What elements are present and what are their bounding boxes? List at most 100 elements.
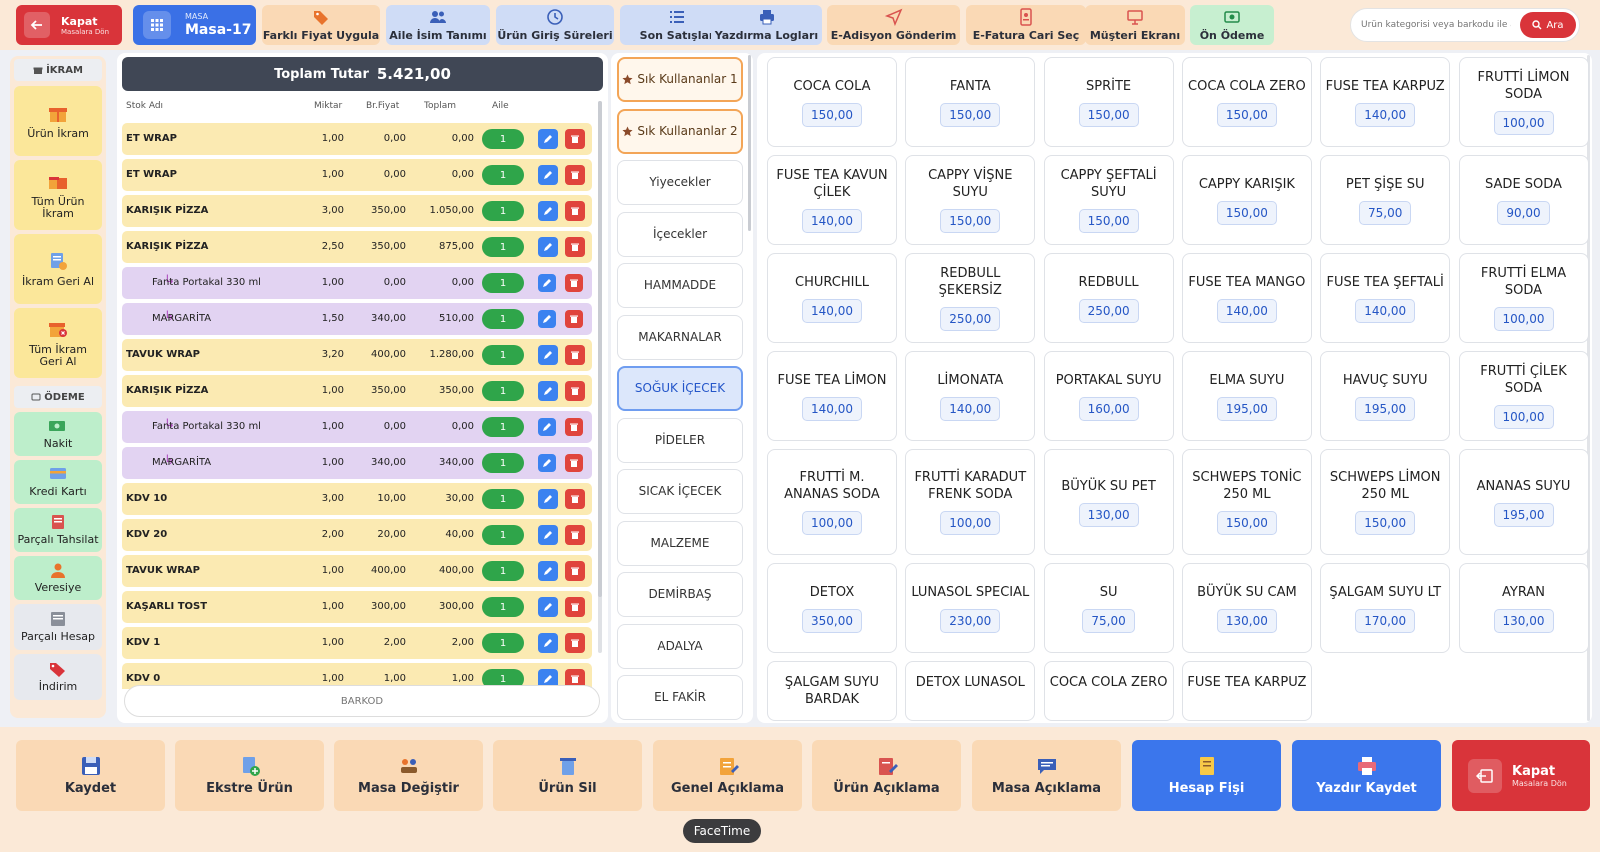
product-card[interactable]: CHURCHILL 140,00 (767, 253, 897, 343)
e-invoice-account-button[interactable]: E-Fatura Cari Seç (966, 5, 1086, 45)
product-card[interactable]: SU 75,00 (1043, 563, 1174, 653)
category-item[interactable]: DEMİRBAŞ (617, 572, 743, 617)
product-card[interactable]: SCHWEPS TONİC 250 ML 150,00 (1181, 449, 1312, 555)
product-card[interactable]: ŞALGAM SUYU BARDAK (767, 661, 897, 721)
edit-row-button[interactable] (538, 345, 558, 365)
order-row[interactable]: TAVUK WRAP 3,20 400,00 1.280,00 1 (122, 339, 592, 371)
table-note-button[interactable]: Masa Açıklama (972, 740, 1121, 811)
product-card[interactable]: PORTAKAL SUYU 160,00 (1043, 351, 1174, 441)
category-item[interactable]: Sık Kullananlar 2 (617, 108, 743, 154)
product-card[interactable]: AYRAN 130,00 (1458, 563, 1589, 653)
row-family-badge[interactable]: 1 (482, 453, 524, 473)
edit-row-button[interactable] (538, 633, 558, 653)
delete-row-button[interactable] (565, 597, 585, 617)
product-card[interactable]: ELMA SUYU 195,00 (1181, 351, 1312, 441)
change-table-button[interactable]: Masa Değiştir (334, 740, 483, 811)
product-card[interactable]: PET ŞİŞE SU 75,00 (1320, 155, 1451, 245)
general-note-button[interactable]: Genel Açıklama (653, 740, 802, 811)
search-input[interactable] (1361, 9, 1511, 41)
order-row[interactable]: ↳ MARGARİTA 1,50 340,00 510,00 1 (122, 303, 592, 335)
barcode-input[interactable] (124, 685, 600, 717)
product-card[interactable]: HAVUÇ SUYU 195,00 (1320, 351, 1451, 441)
product-card[interactable]: SPRİTE 150,00 (1043, 57, 1174, 147)
product-note-button[interactable]: Ürün Açıklama (812, 740, 961, 811)
edit-row-button[interactable] (538, 201, 558, 221)
edit-row-button[interactable] (538, 597, 558, 617)
product-treat-button[interactable]: Ürün İkram (14, 86, 102, 156)
order-row[interactable]: ET WRAP 1,00 0,00 0,00 1 (122, 123, 592, 155)
delete-row-button[interactable] (565, 201, 585, 221)
delete-row-button[interactable] (565, 381, 585, 401)
delete-row-button[interactable] (565, 310, 583, 328)
edit-row-button[interactable] (538, 561, 558, 581)
delete-row-button[interactable] (565, 165, 585, 185)
category-item[interactable]: Yiyecekler (617, 160, 743, 205)
product-card[interactable]: ANANAS SUYU 195,00 (1458, 449, 1589, 555)
order-row[interactable]: ↳ Fanta Portakal 330 ml 1,00 0,00 0,00 1 (122, 411, 592, 443)
extra-product-button[interactable]: Ekstre Ürün (175, 740, 324, 811)
on-account-button[interactable]: Veresiye (14, 556, 102, 600)
category-item[interactable]: HAMMADDE (617, 263, 743, 308)
product-card[interactable]: REDBULL 250,00 (1043, 253, 1174, 343)
product-card[interactable]: DETOX LUNASOL (905, 661, 1036, 721)
product-card[interactable]: FRUTTİ KARADUT FRENK SODA 100,00 (905, 449, 1036, 555)
category-item[interactable]: ADALYA (617, 623, 743, 669)
e-adisyon-send-button[interactable]: E-Adisyon Gönderim (827, 5, 960, 45)
product-card[interactable]: FRUTTİ M. ANANAS SODA 100,00 (767, 449, 897, 555)
print-save-button[interactable]: Yazdır Kaydet (1292, 740, 1441, 811)
product-card[interactable]: FRUTTİ ELMA SODA 100,00 (1458, 253, 1589, 343)
product-card[interactable]: FRUTTİ LİMON SODA 100,00 (1458, 57, 1589, 147)
category-item[interactable]: MAKARNALAR (617, 314, 743, 360)
row-family-badge[interactable]: 1 (482, 597, 524, 617)
row-family-badge[interactable]: 1 (482, 633, 524, 653)
close-table-button[interactable]: Kapat Masalara Dön (16, 5, 122, 45)
edit-row-button[interactable] (538, 454, 556, 472)
search-button[interactable]: Ara (1520, 12, 1576, 38)
delete-row-button[interactable] (565, 129, 585, 149)
product-card[interactable]: COCA COLA ZERO (1043, 661, 1174, 721)
product-card[interactable]: CAPPY KARIŞIK 150,00 (1181, 155, 1312, 245)
row-family-badge[interactable]: 1 (482, 561, 524, 581)
undo-treat-button[interactable]: İkram Geri Al (14, 234, 102, 304)
customer-screen-button[interactable]: Müşteri Ekranı (1085, 5, 1185, 45)
close-table-bottom-button[interactable]: Kapat Masalara Dön (1452, 740, 1590, 811)
order-row[interactable]: KDV 10 3,00 10,00 30,00 1 (122, 483, 592, 515)
category-item[interactable]: İçecekler (617, 211, 743, 257)
prepayment-button[interactable]: Ön Ödeme (1190, 5, 1274, 45)
category-scrollbar[interactable] (748, 55, 751, 231)
product-card[interactable]: DETOX 350,00 (767, 563, 897, 653)
discount-button[interactable]: İndirim (14, 654, 102, 700)
order-row[interactable]: ET WRAP 1,00 0,00 0,00 1 (122, 159, 592, 191)
bill-receipt-button[interactable]: Hesap Fişi (1132, 740, 1281, 811)
product-card[interactable]: FUSE TEA KAVUN ÇİLEK 140,00 (767, 155, 897, 245)
order-row[interactable]: KAŞARLI TOST 1,00 300,00 300,00 1 (122, 591, 592, 623)
save-button[interactable]: Kaydet (16, 740, 165, 811)
edit-row-button[interactable] (538, 525, 558, 545)
category-item[interactable]: MALZEME (617, 520, 743, 566)
delete-row-button[interactable] (565, 274, 583, 292)
order-row[interactable]: ↳ Fanta Portakal 330 ml 1,00 0,00 0,00 1 (122, 267, 592, 299)
order-row[interactable]: KARIŞIK PİZZA 2,50 350,00 875,00 1 (122, 231, 592, 263)
delete-row-button[interactable] (565, 454, 583, 472)
row-family-badge[interactable]: 1 (482, 345, 524, 365)
product-card[interactable]: LUNASOL SPECIAL 230,00 (905, 563, 1036, 653)
row-family-badge[interactable]: 1 (482, 381, 524, 401)
split-bill-button[interactable]: Parçalı Hesap (14, 604, 102, 650)
delete-row-button[interactable] (565, 561, 585, 581)
delete-row-button[interactable] (565, 525, 585, 545)
product-card[interactable]: FUSE TEA MANGO 140,00 (1181, 253, 1312, 343)
product-card[interactable]: FUSE TEA KARPUZ (1181, 661, 1312, 721)
order-row[interactable]: KARIŞIK PİZZA 3,00 350,00 1.050,00 1 (122, 195, 592, 227)
product-card[interactable]: BÜYÜK SU CAM 130,00 (1181, 563, 1312, 653)
row-family-badge[interactable]: 1 (482, 201, 524, 221)
product-card[interactable]: BÜYÜK SU PET 130,00 (1043, 449, 1174, 555)
product-card[interactable]: COCA COLA ZERO 150,00 (1181, 57, 1312, 147)
family-name-definition-button[interactable]: Aile İsim Tanımı (386, 5, 490, 45)
product-card[interactable]: LİMONATA 140,00 (905, 351, 1036, 441)
order-row[interactable]: TAVUK WRAP 1,00 400,00 400,00 1 (122, 555, 592, 587)
product-card[interactable]: CAPPY ŞEFTALİ SUYU 150,00 (1043, 155, 1174, 245)
row-family-badge[interactable]: 1 (482, 489, 524, 509)
product-card[interactable]: FRUTTİ ÇİLEK SODA 100,00 (1458, 351, 1589, 441)
edit-row-button[interactable] (538, 418, 556, 436)
row-family-badge[interactable]: 1 (482, 309, 524, 329)
